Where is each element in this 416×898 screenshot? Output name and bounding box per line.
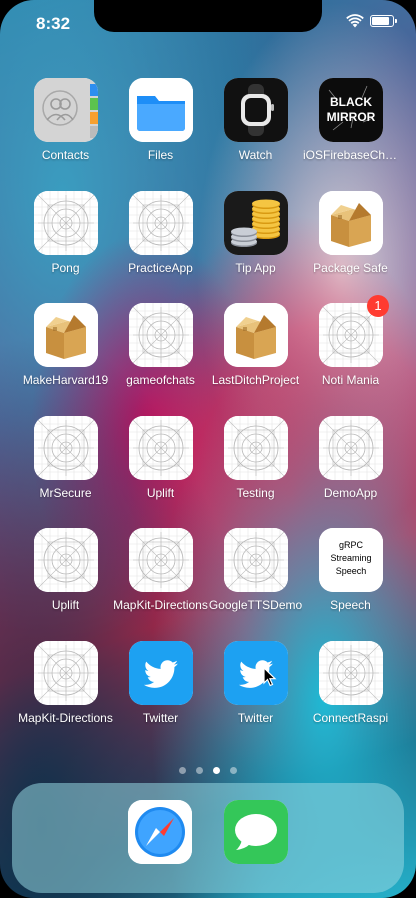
dock-app-safari[interactable]: [128, 800, 192, 864]
home-screen: 8:32 Contacts Files Watch BLACK MIRROR iO…: [0, 0, 416, 898]
blank-app-icon[interactable]: [33, 528, 98, 592]
status-icons: [346, 14, 397, 28]
app-label: PracticeApp: [128, 260, 193, 275]
blank-app-icon[interactable]: [33, 640, 98, 705]
app-label: MapKit-Directions: [113, 598, 208, 612]
app-label: gameofchats: [126, 373, 195, 387]
battery-icon: [370, 15, 397, 27]
notch: [94, 0, 322, 32]
app-label: Files: [147, 148, 174, 162]
app-twitter[interactable]: Twitter: [113, 640, 208, 754]
app-package-safe[interactable]: Package Safe: [303, 190, 398, 304]
app-label: LastDitchProject: [211, 373, 300, 387]
app-label: Twitter: [142, 710, 179, 725]
blank-app-icon[interactable]: [128, 190, 193, 255]
app-label: Contacts: [41, 148, 90, 162]
app-watch[interactable]: Watch: [208, 78, 303, 191]
twitter-icon[interactable]: [223, 640, 288, 705]
app-mrsecure[interactable]: MrSecure: [18, 415, 113, 529]
app-label: Uplift: [51, 598, 80, 612]
grpc-text-3: Speech: [335, 566, 366, 576]
mouse-cursor-icon: [263, 667, 277, 687]
blank-app-icon[interactable]: [33, 190, 98, 255]
app-speech[interactable]: gRPC Streaming Speech Speech: [303, 528, 398, 641]
app-label: ConnectRaspi: [312, 710, 389, 725]
app-pong[interactable]: Pong: [18, 190, 113, 304]
app-label: Package Safe: [313, 260, 388, 275]
app-testing[interactable]: Testing: [208, 415, 303, 529]
notification-badge: 1: [367, 295, 389, 317]
blank-app-icon[interactable]: [318, 640, 383, 705]
app-iosfirebasecha[interactable]: BLACK MIRROR iOSFirebaseCha...: [303, 78, 398, 191]
app-mapkit-directions[interactable]: MapKit-Directions: [18, 640, 113, 754]
package-icon[interactable]: [318, 190, 383, 255]
app-label: Noti Mania: [321, 373, 380, 387]
package-icon[interactable]: [33, 303, 98, 367]
app-twitter[interactable]: Twitter: [208, 640, 303, 754]
dock: [12, 783, 404, 893]
blank-app-icon[interactable]: [128, 415, 193, 480]
app-label: iOSFirebaseCha...: [303, 148, 398, 162]
app-connectraspi[interactable]: ConnectRaspi: [303, 640, 398, 754]
blank-app-icon[interactable]: [33, 415, 98, 480]
page-dot-3[interactable]: [213, 767, 220, 774]
app-files[interactable]: Files: [113, 78, 208, 191]
black-mirror-text-2: MIRROR: [326, 110, 375, 124]
app-grid: Contacts Files Watch BLACK MIRROR iOSFire…: [18, 78, 398, 753]
app-label: Pong: [51, 260, 80, 275]
app-label: Speech: [330, 598, 371, 612]
app-gameofchats[interactable]: gameofchats: [113, 303, 208, 416]
app-label: Twitter: [237, 710, 274, 725]
app-mapkit-directions[interactable]: MapKit-Directions: [113, 528, 208, 641]
app-uplift[interactable]: Uplift: [18, 528, 113, 641]
contacts-icon[interactable]: [33, 78, 98, 142]
page-dot-1[interactable]: [179, 767, 186, 774]
app-label: DemoApp: [323, 485, 378, 500]
blank-app-icon[interactable]: [318, 415, 383, 480]
black-mirror-icon[interactable]: BLACK MIRROR: [318, 78, 383, 142]
app-label: MapKit-Directions: [18, 710, 113, 725]
app-label: MakeHarvard19: [22, 373, 109, 387]
coins-icon[interactable]: [223, 190, 288, 255]
app-label: Uplift: [146, 485, 175, 500]
twitter-icon[interactable]: [128, 640, 193, 705]
app-noti-mania[interactable]: 1 Noti Mania: [303, 295, 398, 416]
blank-app-icon[interactable]: [223, 528, 288, 592]
files-icon[interactable]: [128, 78, 193, 142]
app-practiceapp[interactable]: PracticeApp: [113, 190, 208, 304]
app-uplift[interactable]: Uplift: [113, 415, 208, 529]
app-contacts[interactable]: Contacts: [18, 78, 113, 191]
app-label: MrSecure: [39, 485, 92, 500]
watch-icon[interactable]: [223, 78, 288, 142]
dock-app-messages[interactable]: [224, 800, 288, 864]
wifi-icon: [346, 14, 364, 28]
status-time: 8:32: [36, 14, 71, 33]
page-indicator[interactable]: [0, 767, 416, 774]
blank-app-icon[interactable]: [128, 528, 193, 592]
app-label: GoogleTTSDemo: [208, 598, 303, 612]
black-mirror-text-1: BLACK: [330, 95, 372, 109]
app-makeharvard19[interactable]: MakeHarvard19: [18, 303, 113, 416]
app-label: Testing: [236, 485, 275, 500]
app-label: Tip App: [235, 260, 276, 275]
app-tip-app[interactable]: Tip App: [208, 190, 303, 304]
app-googlettsdemo[interactable]: GoogleTTSDemo: [208, 528, 303, 641]
safari-icon[interactable]: [128, 800, 192, 864]
blank-app-icon[interactable]: [128, 303, 193, 367]
package-icon[interactable]: [223, 303, 288, 367]
grpc-text-1: gRPC: [338, 540, 363, 550]
app-label: Watch: [238, 148, 273, 162]
app-demoapp[interactable]: DemoApp: [303, 415, 398, 529]
grpc-icon[interactable]: gRPC Streaming Speech: [318, 528, 383, 592]
app-lastditchproject[interactable]: LastDitchProject: [208, 303, 303, 416]
blank-app-icon[interactable]: [223, 415, 288, 480]
messages-icon[interactable]: [224, 800, 288, 864]
page-dot-2[interactable]: [196, 767, 203, 774]
page-dot-4[interactable]: [230, 767, 237, 774]
grpc-text-2: Streaming: [330, 553, 371, 563]
